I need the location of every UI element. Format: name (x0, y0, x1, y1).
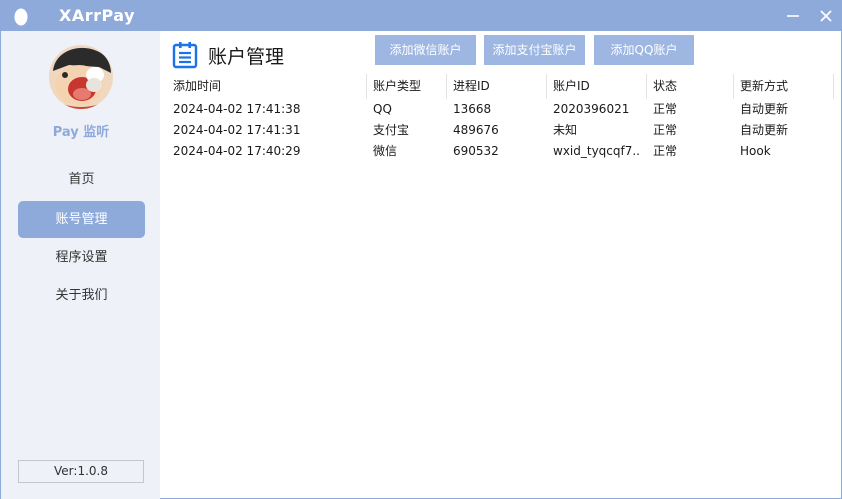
add-wechat-account-button[interactable]: 添加微信账户 (375, 35, 476, 65)
app-window: XArrPay Pay 监听 首页 账号管理 程序设置 关于我们 Ver:1.0… (0, 0, 842, 499)
cell-account-id: 2020396021 (553, 102, 630, 116)
cell-account-type: 微信 (373, 144, 398, 158)
column-header-added-time[interactable]: 添加时间 (167, 74, 367, 99)
column-header-process-id[interactable]: 进程ID (447, 74, 547, 99)
cell-process-id: 690532 (453, 144, 499, 158)
cell-account-id: wxid_tyqcqf7... (553, 144, 641, 158)
add-alipay-account-button[interactable]: 添加支付宝账户 (484, 35, 585, 65)
app-name: Pay 监听 (52, 125, 110, 140)
column-header-account-type[interactable]: 账户类型 (367, 74, 447, 99)
table-row[interactable]: 2024-04-02 17:40:29 微信 690532 wxid_tyqcq… (167, 141, 841, 162)
cell-account-type: QQ (373, 102, 392, 116)
cell-added-time: 2024-04-02 17:40:29 (173, 144, 301, 158)
cell-account-id: 未知 (553, 123, 578, 137)
column-header-status[interactable]: 状态 (647, 74, 734, 99)
cell-update-mode: 自动更新 (740, 102, 789, 116)
column-header-account-id[interactable]: 账户ID (547, 74, 647, 99)
cell-status: 正常 (653, 102, 678, 116)
sidebar-item-settings[interactable]: 程序设置 (18, 239, 145, 276)
cell-added-time: 2024-04-02 17:41:38 (173, 102, 301, 116)
cell-status: 正常 (653, 144, 678, 158)
sidebar-item-accounts[interactable]: 账号管理 (18, 201, 145, 238)
cell-update-mode: Hook (740, 144, 771, 158)
cell-process-id: 13668 (453, 102, 492, 116)
minimize-button[interactable] (783, 6, 803, 26)
table-row[interactable]: 2024-04-02 17:41:38 QQ 13668 2020396021 … (167, 99, 841, 120)
title-bar[interactable]: XArrPay (1, 1, 841, 31)
avatar[interactable] (49, 45, 113, 109)
cell-added-time: 2024-04-02 17:41:31 (173, 123, 301, 137)
close-button[interactable] (816, 6, 836, 26)
window-title: XArrPay (59, 6, 136, 25)
sidebar-item-about[interactable]: 关于我们 (18, 277, 145, 314)
column-header-update-mode[interactable]: 更新方式 (734, 74, 834, 99)
cell-process-id: 489676 (453, 123, 499, 137)
cell-update-mode: 自动更新 (740, 123, 789, 137)
close-icon (820, 10, 832, 22)
egg-icon (13, 6, 29, 26)
accounts-table: 添加时间 账户类型 进程ID 账户ID 状态 更新方式 2024-04-02 1… (167, 74, 841, 162)
minimize-icon (787, 15, 799, 17)
table-row[interactable]: 2024-04-02 17:41:31 支付宝 489676 未知 正常 自动更… (167, 120, 841, 141)
version-label: Ver:1.0.8 (18, 460, 144, 483)
table-header: 添加时间 账户类型 进程ID 账户ID 状态 更新方式 (167, 74, 841, 99)
page-title: 账户管理 (208, 46, 285, 68)
cell-status: 正常 (653, 123, 678, 137)
sidebar-item-home[interactable]: 首页 (18, 161, 145, 198)
add-qq-account-button[interactable]: 添加QQ账户 (594, 35, 694, 65)
cell-account-type: 支付宝 (373, 123, 410, 137)
list-icon (172, 41, 198, 69)
sidebar: Pay 监听 首页 账号管理 程序设置 关于我们 Ver:1.0.8 (1, 31, 160, 499)
